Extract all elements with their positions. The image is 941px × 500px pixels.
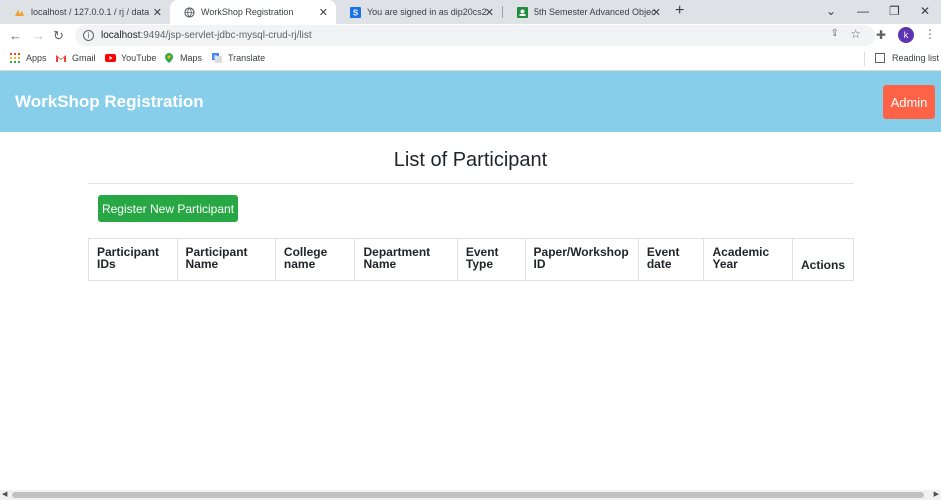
svg-text:G: G: [214, 55, 218, 61]
scrollbar-thumb[interactable]: [12, 492, 924, 498]
admin-button[interactable]: Admin: [883, 85, 935, 119]
bookmark-maps[interactable]: Maps: [164, 53, 202, 63]
reading-list-button[interactable]: Reading list: [875, 53, 939, 63]
tab-title: 5th Semester Advanced Object O: [534, 7, 656, 17]
close-tab-icon[interactable]: ✕: [319, 6, 328, 19]
bookmark-label: YouTube: [121, 53, 157, 63]
address-bar[interactable]: i localhost:9494/jsp-servlet-jdbc-mysql-…: [75, 25, 875, 46]
bookmark-gmail[interactable]: Gmail: [56, 53, 96, 63]
apps-grid-icon: [10, 53, 20, 63]
register-participant-button[interactable]: Register New Participant: [98, 195, 238, 222]
close-tab-icon[interactable]: ✕: [485, 6, 494, 19]
url-path: :9494/jsp-servlet-jdbc-mysql-crud-rj/lis…: [140, 30, 312, 41]
profile-avatar[interactable]: k: [898, 27, 914, 43]
bookmark-label: Translate: [228, 53, 266, 63]
extensions-icon[interactable]: ✚: [876, 28, 886, 42]
column-header-participant-name: Participant Name: [178, 239, 276, 280]
tab-search-icon[interactable]: ⌄: [826, 4, 836, 18]
share-icon[interactable]: ⇪: [831, 28, 839, 39]
reading-list-icon: [875, 53, 885, 63]
info-icon[interactable]: i: [83, 30, 94, 41]
s-logo-icon: S: [350, 6, 361, 18]
url-host: localhost: [101, 30, 141, 41]
column-header-paper-workshop-id: Paper/Workshop ID: [526, 239, 639, 280]
column-header-department-name: Department Name: [355, 239, 458, 280]
column-header-participant-ids: Participant IDs: [89, 239, 178, 280]
column-header-event-date: Event date: [639, 239, 705, 280]
bookmark-label: Gmail: [72, 53, 96, 63]
app-header: WorkShop Registration Admin: [0, 71, 941, 132]
scroll-right-icon[interactable]: ▶: [934, 490, 939, 498]
separator: [864, 52, 865, 66]
divider: [88, 183, 854, 184]
main-content: List of Participant Register New Partici…: [0, 132, 941, 490]
page-title: List of Participant: [393, 149, 548, 171]
tab-signed-in[interactable]: S You are signed in as dip20cs2062 ✕: [336, 0, 502, 24]
bookmark-youtube[interactable]: YouTube: [105, 53, 156, 63]
menu-icon[interactable]: ⋮: [924, 27, 936, 41]
bookmark-label: Apps: [26, 53, 47, 63]
forward-icon[interactable]: →: [32, 28, 45, 43]
brand-title[interactable]: WorkShop Registration: [15, 92, 204, 112]
bookmarks-bar: Apps Gmail YouTube Maps G Translate Read…: [0, 47, 941, 71]
gmail-icon: [56, 53, 66, 63]
bookmark-star-icon[interactable]: ☆: [850, 27, 861, 41]
globe-icon: [184, 6, 195, 18]
browser-tab-strip: localhost / 127.0.0.1 / rj / data | p ✕ …: [0, 0, 941, 24]
participants-table-header: Participant IDs Participant Name College na…: [88, 238, 854, 281]
bookmark-label: Maps: [180, 53, 203, 63]
tab-title: You are signed in as dip20cs2062: [367, 7, 487, 17]
translate-icon: G: [212, 53, 222, 63]
new-tab-button[interactable]: +: [675, 2, 684, 20]
classroom-icon: [517, 6, 528, 18]
column-header-event-type: Event Type: [458, 239, 526, 280]
column-header-actions: Actions: [800, 258, 845, 272]
bookmark-translate[interactable]: G Translate: [212, 53, 265, 63]
tab-workshop-registration[interactable]: WorkShop Registration ✕: [170, 0, 336, 24]
minimize-icon[interactable]: —: [857, 4, 869, 18]
restore-icon[interactable]: ❐: [889, 4, 900, 18]
column-header-college-name: College name: [276, 239, 356, 280]
back-icon[interactable]: ←: [9, 28, 22, 43]
phpmyadmin-icon: [14, 7, 25, 18]
scroll-left-icon[interactable]: ◀: [2, 490, 7, 498]
close-window-icon[interactable]: ✕: [920, 4, 930, 18]
tab-title: localhost / 127.0.0.1 / rj / data | p: [31, 7, 151, 17]
tab-title: WorkShop Registration: [201, 7, 294, 17]
tab-semester[interactable]: 5th Semester Advanced Object O ✕: [503, 0, 669, 24]
browser-toolbar: ← → ↻ i localhost:9494/jsp-servlet-jdbc-…: [0, 24, 941, 47]
tab-phpmyadmin[interactable]: localhost / 127.0.0.1 / rj / data | p ✕: [0, 0, 170, 24]
maps-icon: [164, 53, 174, 63]
horizontal-scrollbar[interactable]: ◀ ▶: [0, 490, 941, 500]
youtube-icon: [105, 53, 116, 63]
reload-icon[interactable]: ↻: [53, 28, 64, 44]
reading-list-label: Reading list: [892, 53, 940, 63]
close-tab-icon[interactable]: ✕: [652, 6, 661, 19]
close-tab-icon[interactable]: ✕: [153, 6, 162, 19]
svg-text:S: S: [353, 8, 359, 17]
column-header-academic-year: Academic Year: [704, 239, 793, 280]
bookmark-apps[interactable]: Apps: [10, 53, 47, 63]
